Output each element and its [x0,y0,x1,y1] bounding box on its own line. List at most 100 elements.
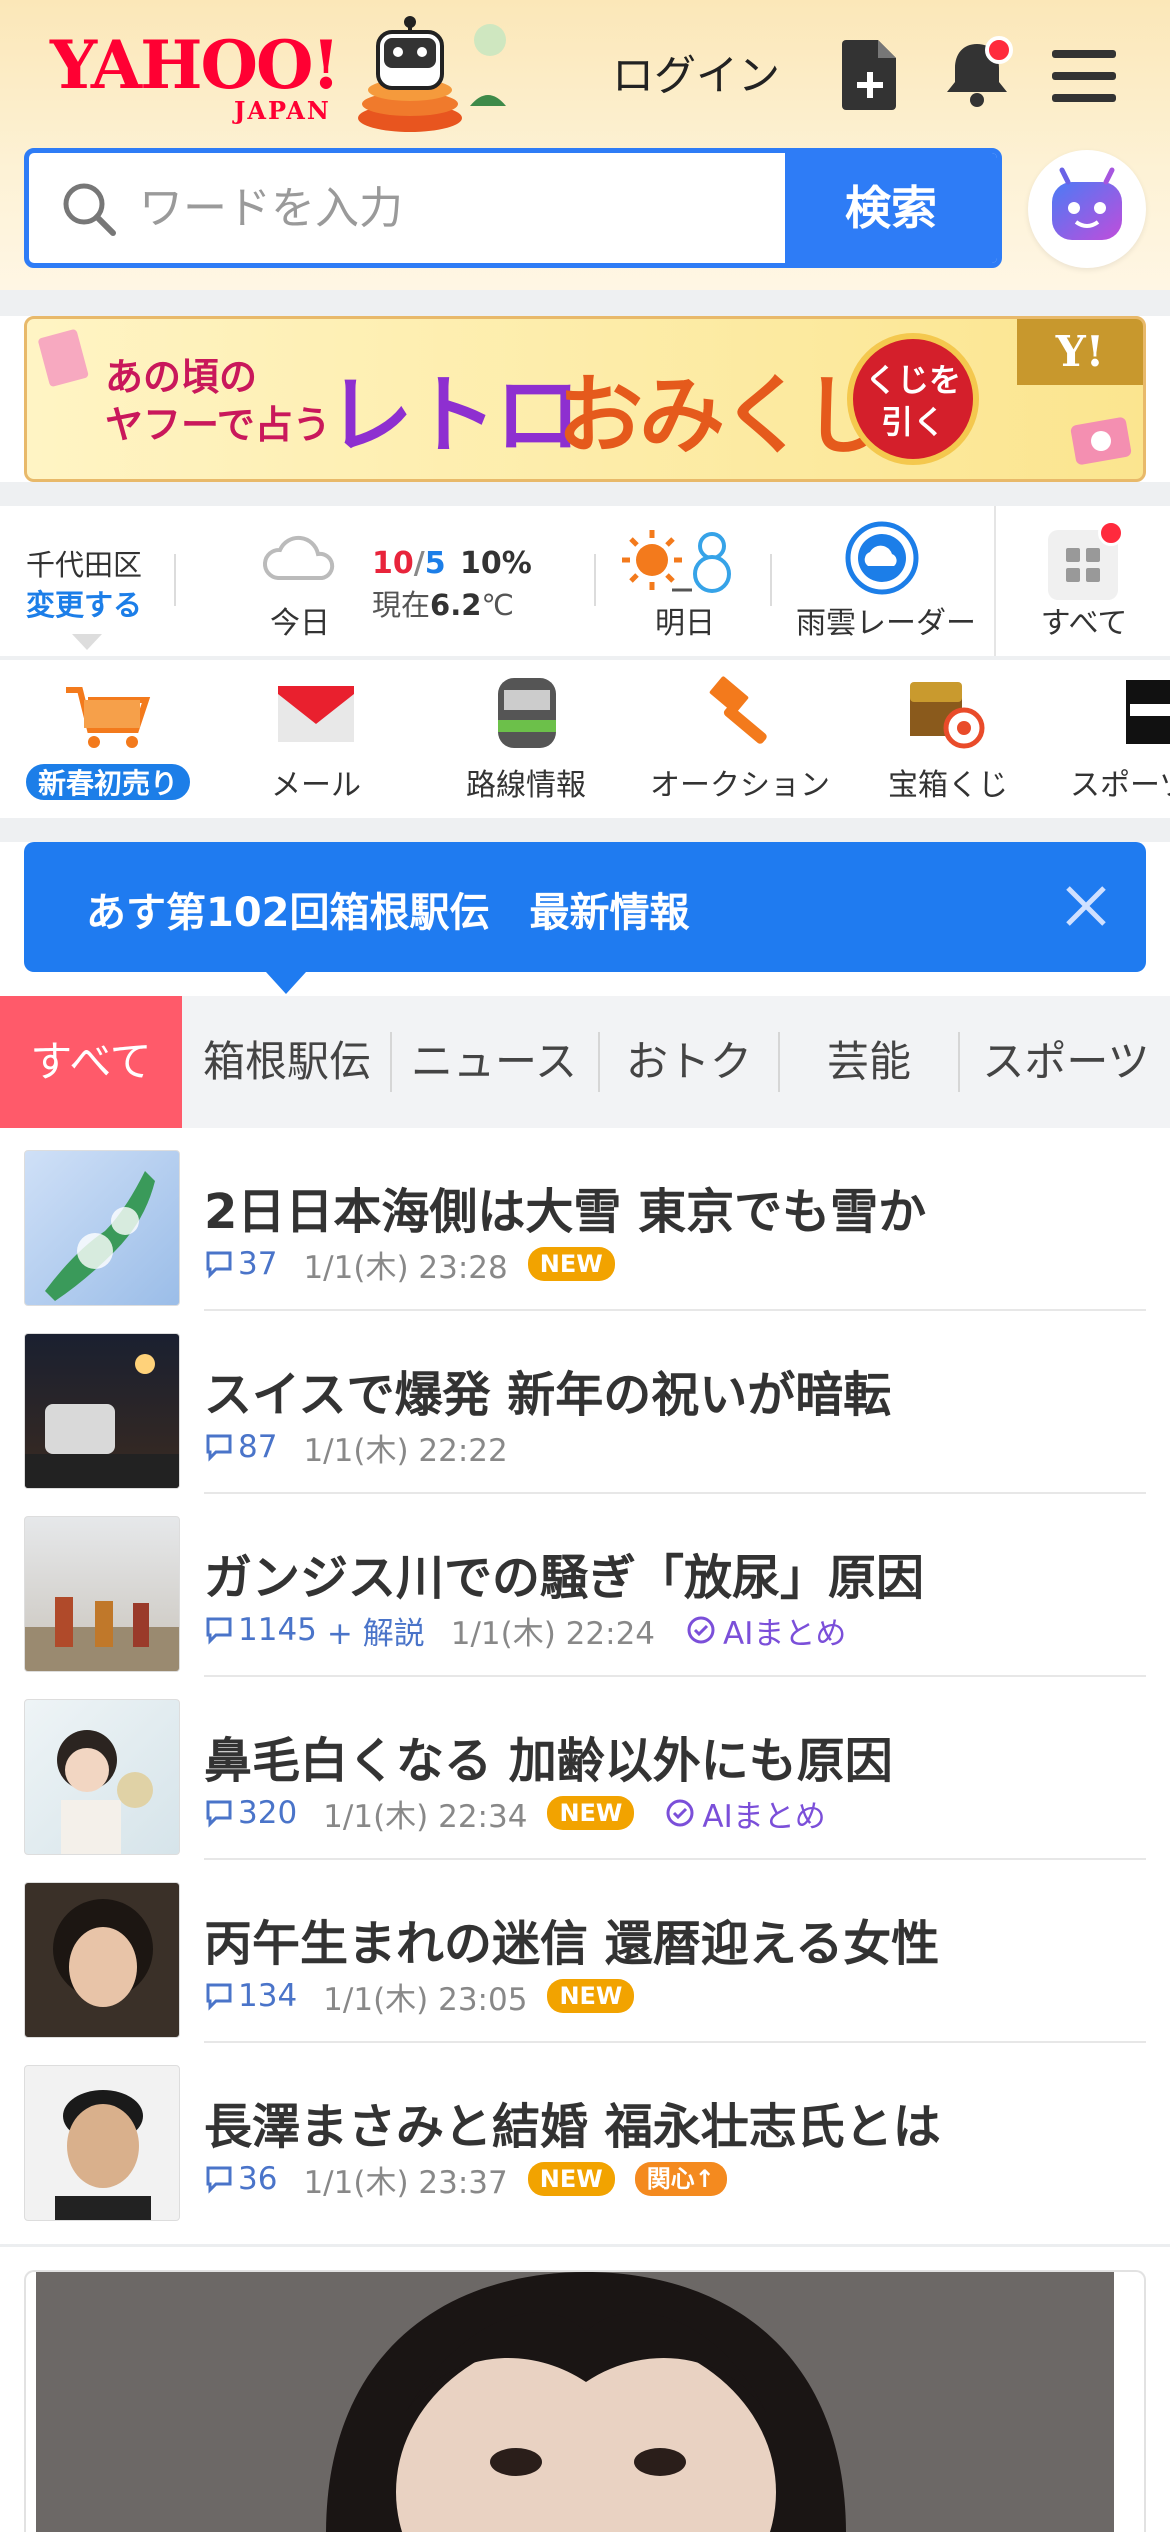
news-title: スイスで爆発 新年の祝いが暗転 [204,1367,892,1423]
comment-count[interactable]: 87 [204,1429,277,1465]
tab-all[interactable]: すべて [0,996,182,1128]
kite-icon [38,329,89,387]
all-badge-dot [1098,520,1124,546]
tab-geino[interactable]: 芸能 [782,996,956,1128]
divider [994,506,996,658]
new-badge: NEW [547,1796,635,1830]
hakone-ekiden-notice[interactable]: あす第102回箱根駅伝 最新情報 [24,842,1146,972]
tab-hakone[interactable]: 箱根駅伝 [188,996,386,1128]
divider [174,554,176,606]
news-thumbnail [24,1333,180,1489]
service-sports[interactable]: スポーツ [1060,660,1170,818]
topic-tabs: すべて 箱根駅伝 ニュース おトク 芸能 スポーツ [0,996,1170,1128]
night-street-image [25,1354,179,1488]
tab-news[interactable]: ニュース [394,996,594,1128]
logo-main-text: YAHOO! [50,26,340,104]
ai-check-icon [666,1799,694,1827]
omikuji-banner[interactable]: あの頃の ヤフーで占う レトロ おみくじ くじを 引く Y! [24,316,1146,482]
new-badge: NEW [547,1979,635,2013]
service-label: 新春初売り [24,762,192,802]
treasure-box-icon [910,682,985,749]
divider [0,2244,1170,2247]
news-thumbnail [24,1882,180,2038]
section-gap [0,972,1170,996]
comment-count-value: 36 [238,2161,278,2197]
comment-count-value: 37 [238,1246,278,1282]
comment-count[interactable]: 134 [204,1978,297,2014]
news-title: 丙午生まれの迷信 還暦迎える女性 [204,1916,940,1972]
news-item[interactable]: 長澤まさみと結婚 福永壮志氏とは 36 1/1(木) 23:37 NEW 関心↑ [0,2043,1170,2226]
mail-icon [278,686,354,742]
news-time: 1/1(木) 22:24 [450,1615,656,1652]
ai-assistant-icon [1052,167,1122,240]
service-hatsuuri[interactable]: 新春初売り [4,660,204,818]
comment-count-value: 134 [238,1978,298,2014]
temp-high: 10 [372,546,414,581]
service-mail[interactable]: メール [216,660,416,818]
draw-lottery-button[interactable]: くじを 引く [847,333,979,465]
feature-photo-image [36,2272,1114,2532]
service-takarabako[interactable]: 宝箱くじ [848,660,1048,818]
commentary-link[interactable]: + 解説 [327,1608,425,1653]
news-meta: 87 1/1(木) 22:22 [204,1427,528,1469]
news-item[interactable]: 丙午生まれの迷信 還暦迎える女性 134 1/1(木) 23:05 NEW [0,1860,1170,2043]
circle-line1: くじを [864,361,961,399]
mascot-icon [358,16,506,132]
menu-icon[interactable] [1052,50,1116,102]
news-thumbnail [24,2065,180,2221]
service-train[interactable]: 路線情報 [426,660,626,818]
comment-icon [206,1434,232,1462]
login-link[interactable]: ログイン [612,42,780,103]
divider [594,554,596,606]
auction-hammer-icon [709,676,767,744]
ai-summary-label: AIまとめ [702,1798,826,1835]
radar-label: 雨雲レーダー [796,606,976,641]
news-time: 1/1(木) 22:34 [323,1798,528,1835]
notification-dot [985,36,1013,64]
cloud-icon[interactable] [260,530,340,586]
news-item[interactable]: 鼻毛白くなる 加齢以外にも原因 320 1/1(木) 22:34 NEW AIま… [0,1677,1170,1860]
comment-count[interactable]: 1145 [204,1612,317,1648]
services-row: 新春初売り メール 路線情報 オークション 宝箱くじ スポー [0,660,1170,818]
temp-sep: / [413,546,425,581]
news-meta: 134 1/1(木) 23:05 NEW [204,1976,654,2018]
service-label: メール [271,768,361,803]
comment-count-value: 87 [238,1429,278,1465]
header: YAHOO! JAPAN ログイン 検索 [0,0,1170,290]
close-icon[interactable] [1056,876,1116,936]
tab-divider [778,1032,780,1092]
shopping-cart-icon [66,687,151,748]
comment-count[interactable]: 320 [204,1795,297,1831]
news-item[interactable]: 2日日本海側は大雪 東京でも雪か 37 1/1(木) 23:28 NEW [0,1128,1170,1311]
search-button[interactable]: 検索 [785,153,997,263]
woman-smiling-image [53,1899,153,2007]
add-document-icon[interactable] [840,36,900,112]
news-item[interactable]: ガンジス川での騒ぎ「放尿」原因 1145 + 解説 1/1(木) 22:24 A… [0,1494,1170,1677]
comment-count[interactable]: 36 [204,2161,277,2197]
news-item[interactable]: スイスで爆発 新年の祝いが暗転 87 1/1(木) 22:22 [0,1311,1170,1494]
radar-icon[interactable] [844,520,920,596]
ai-assistant-button[interactable] [1028,150,1146,268]
tab-otoku[interactable]: おトク [602,996,776,1128]
change-location-link[interactable]: 変更する [26,582,142,624]
ai-summary[interactable]: AIまとめ [685,1608,846,1653]
section-gap [0,818,1170,842]
search-input[interactable] [139,153,799,263]
ai-summary-label: AIまとめ [723,1615,847,1652]
new-badge: NEW [527,1247,615,1281]
circle-line2: 引く [880,403,945,441]
comment-icon [206,1251,232,1279]
sun-snowman-icon[interactable] [622,526,742,596]
ai-summary[interactable]: AIまとめ [664,1791,826,1836]
service-label: 路線情報 [466,768,586,803]
tab-sports[interactable]: スポーツ [962,996,1170,1128]
news-time: 1/1(木) 22:22 [303,1432,508,1469]
banner-retro-text: レトロ [327,366,581,466]
search-icon [63,183,116,236]
service-label: 宝箱くじ [888,768,1008,803]
weather-row: 千代田区 変更する 今日 10/5 10% 現在6.2℃ 明日 雨雲レーダー す… [0,506,1170,658]
comment-icon [206,1617,232,1645]
feature-photo-card[interactable] [24,2270,1146,2532]
comment-count[interactable]: 37 [204,1246,277,1282]
service-auction[interactable]: オークション [640,660,840,818]
